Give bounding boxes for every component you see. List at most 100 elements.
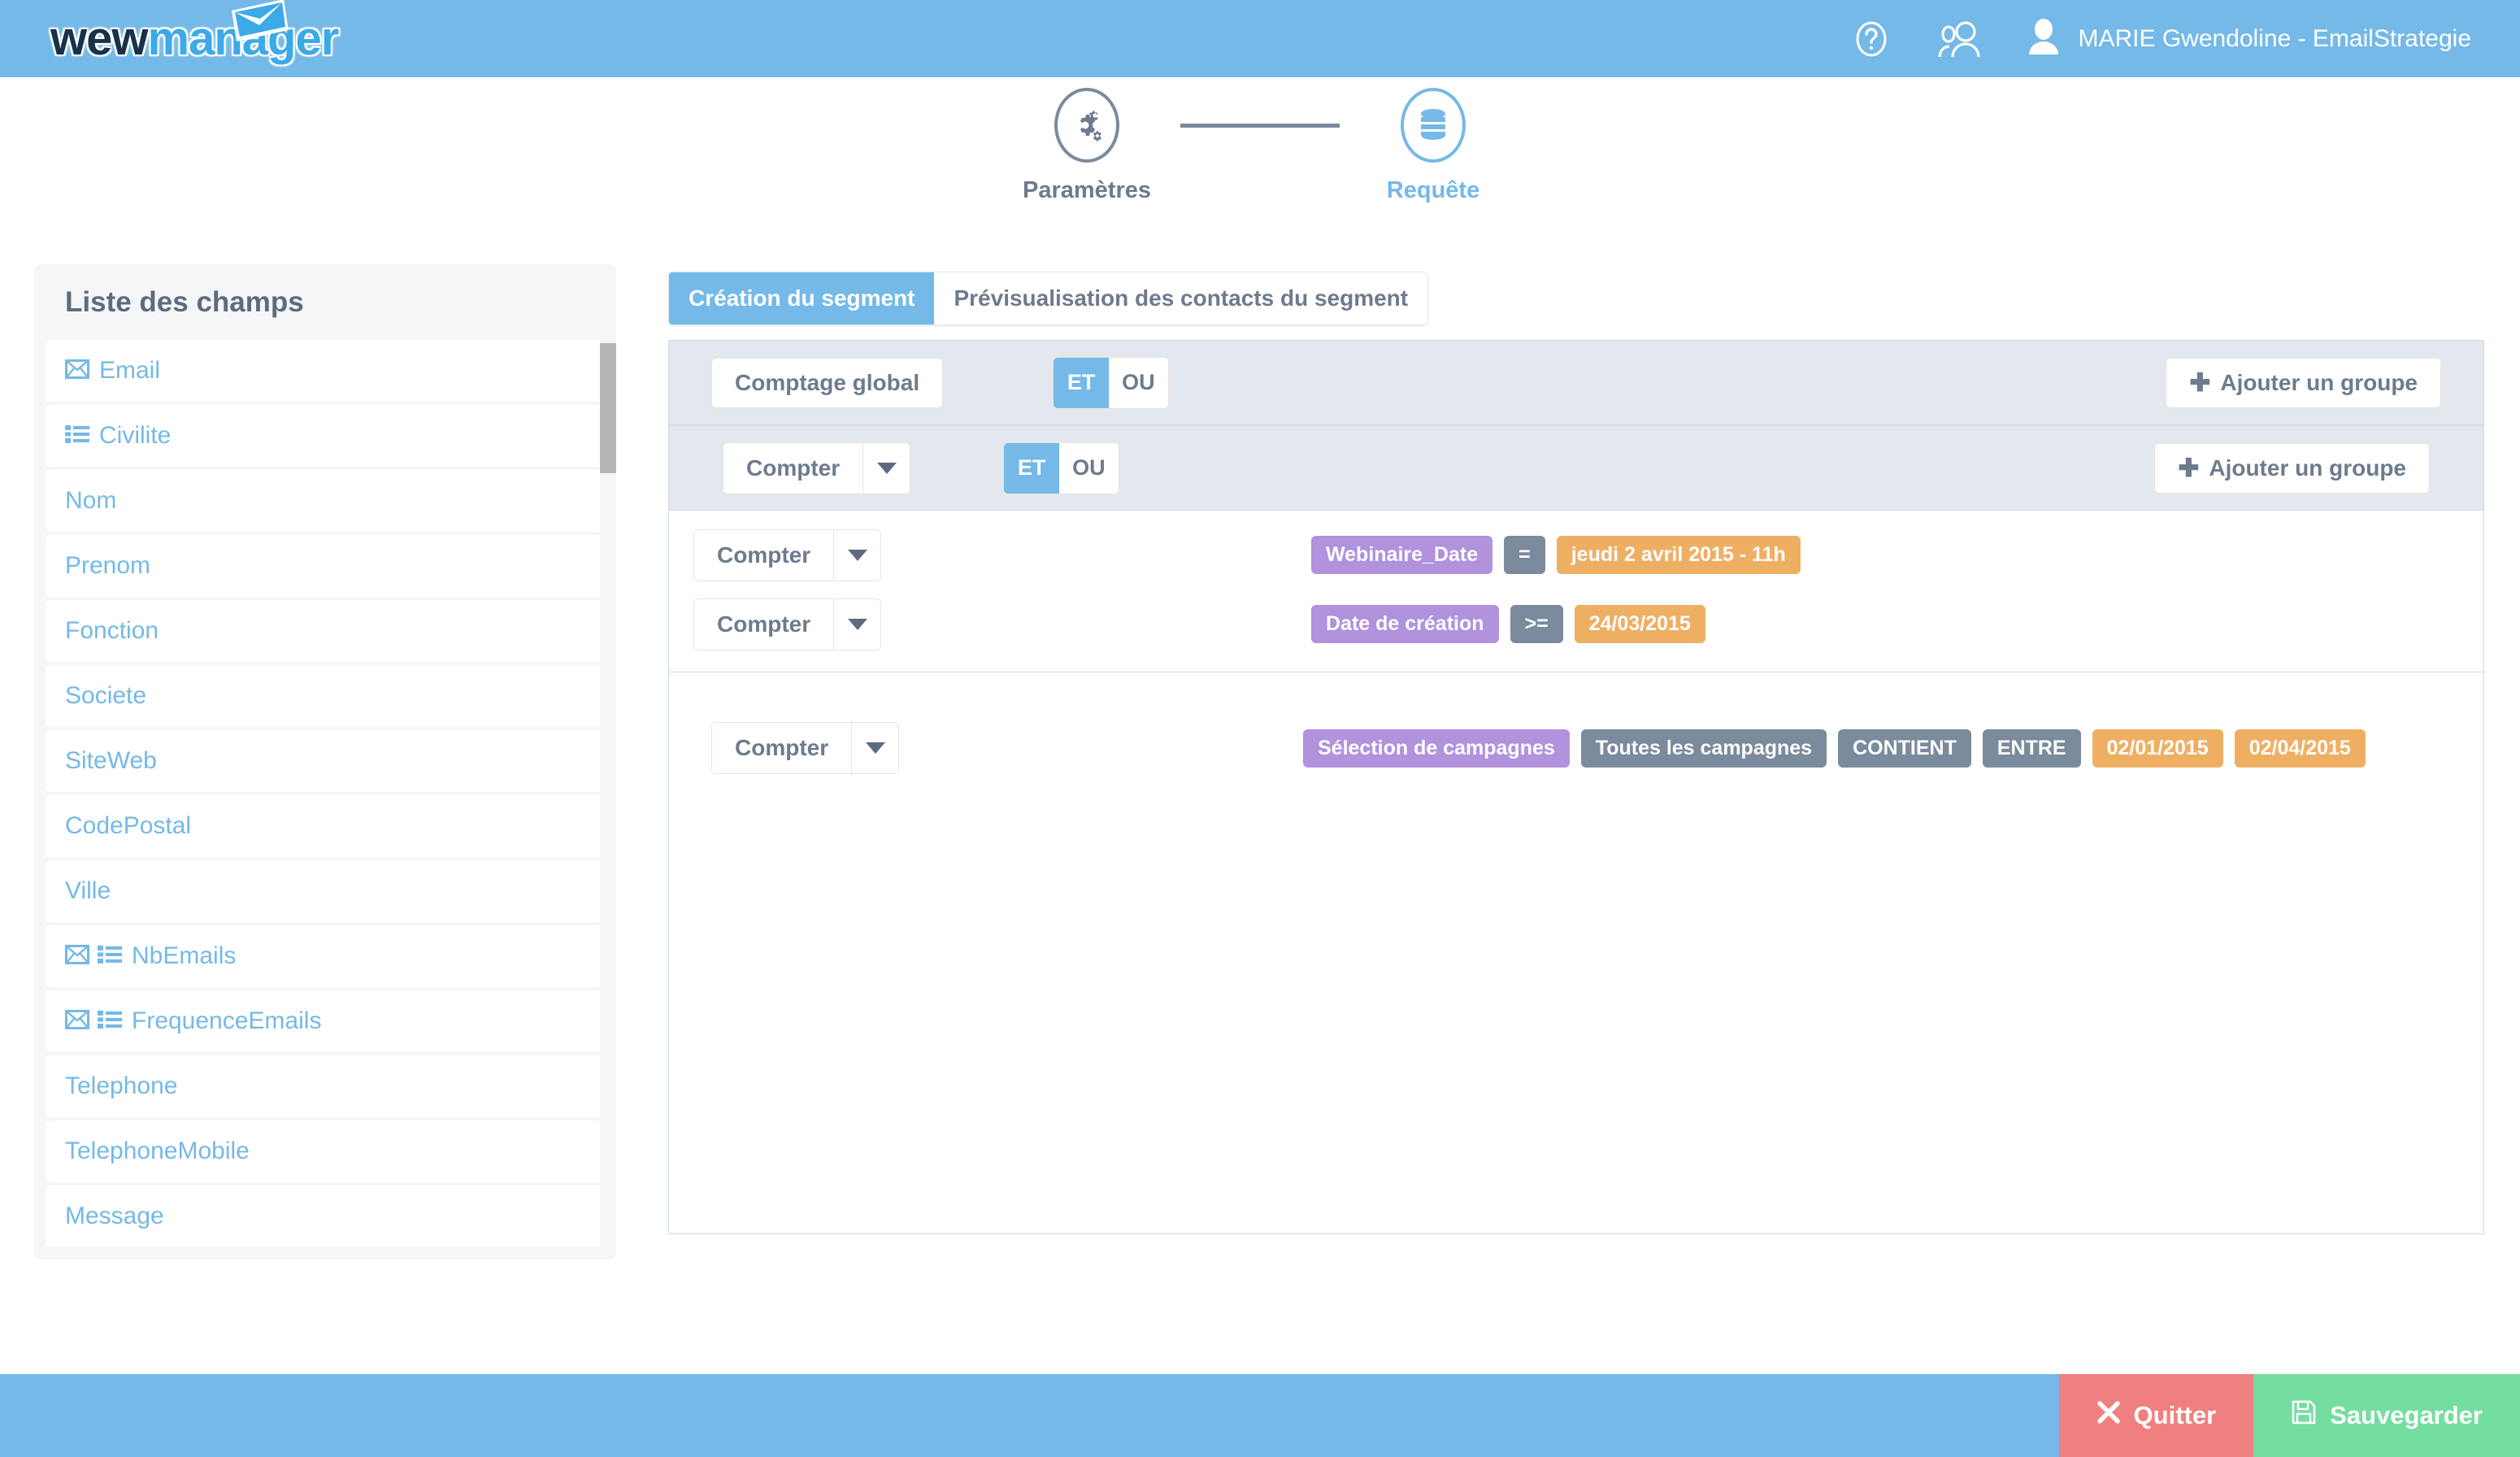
sidebar-scrollbar-track[interactable] — [600, 340, 616, 1259]
sidebar-scrollbar-thumb[interactable] — [600, 343, 616, 473]
standalone-compter-button[interactable]: Compter — [712, 723, 852, 773]
global-logic-ou-label: OU — [1122, 370, 1155, 394]
users-icon[interactable] — [1936, 20, 1982, 59]
tab-creation-du-segment[interactable]: Création du segment — [669, 272, 935, 324]
condition-row: Compter Webinaire_Date = jeudi 2 avril 2015… — [669, 520, 2483, 589]
list-icon — [98, 1010, 122, 1033]
group-compter-label: Compter — [746, 454, 841, 481]
sidebar-field-item[interactable]: Email — [46, 340, 605, 402]
sidebar-field-label: NbEmails — [132, 942, 237, 969]
sidebar-field-item[interactable]: FrequenceEmails — [46, 990, 605, 1052]
global-logic-et[interactable]: ET — [1054, 357, 1110, 408]
list-icon — [65, 424, 89, 443]
gears-icon — [1080, 111, 1101, 141]
standalone-compter-label: Compter — [735, 735, 829, 760]
app-footer: Quitter Sauvegarder — [0, 1374, 2520, 1457]
step-requete[interactable]: Requête — [1340, 88, 1527, 204]
sidebar-field-item[interactable]: TelephoneMobile — [46, 1120, 605, 1182]
condition-value-tag[interactable]: jeudi 2 avril 2015 - 11h — [1556, 536, 1801, 574]
field-icon-group — [65, 359, 89, 383]
fields-list: Email Civilite Nom Prenom Fonction Societe Sit… — [34, 340, 616, 1247]
condition-operator-tag[interactable]: Toutes les campagnes — [1580, 728, 1827, 768]
global-add-group-button[interactable]: ✚ Ajouter un groupe — [2166, 357, 2441, 408]
sidebar-field-item[interactable]: Ville — [46, 860, 605, 922]
sidebar-field-item[interactable]: Civilite — [46, 405, 605, 467]
standalone-condition-tags: Sélection de campagnes Toutes les campagn… — [1303, 728, 2366, 768]
sidebar-field-item[interactable]: Societe — [46, 665, 605, 727]
condition-group: Compter ET OU ✚ Ajouter un groupe Compte… — [669, 424, 2483, 672]
condition-compter-button[interactable]: Compter — [694, 598, 834, 650]
sidebar-field-label: Civilite — [99, 422, 172, 449]
sidebar-field-item[interactable]: Message — [46, 1185, 605, 1247]
envelope-logo-icon — [225, 0, 290, 49]
sidebar-field-item[interactable]: Telephone — [46, 1055, 605, 1117]
quitter-button[interactable]: Quitter — [2058, 1374, 2254, 1457]
sidebar-field-item[interactable]: Nom — [46, 470, 605, 532]
global-logic-ou[interactable]: OU — [1109, 357, 1168, 408]
step-parametres-label: Paramètres — [1023, 177, 1151, 203]
group-logic-toggle: ET OU — [1003, 441, 1119, 494]
sidebar-field-label: Ville — [65, 877, 111, 904]
sidebar-field-item[interactable]: NbEmails — [46, 925, 605, 987]
condition-field-tag[interactable]: Webinaire_Date — [1311, 536, 1493, 574]
group-compter-button[interactable]: Compter — [723, 442, 863, 494]
sidebar-field-item[interactable]: CodePostal — [46, 795, 605, 857]
envelope-icon — [65, 1009, 89, 1029]
condition-operator-tag[interactable]: ENTRE — [1982, 728, 2081, 768]
group-compter-split-button: Compter — [723, 441, 911, 494]
user-name-label: MARIE Gwendoline - EmailStrategie — [2078, 24, 2471, 52]
step-parametres[interactable]: Paramètres — [993, 88, 1180, 204]
chevron-down-icon — [876, 462, 897, 474]
condition-compter-button[interactable]: Compter — [694, 529, 834, 581]
list-icon — [98, 1010, 122, 1029]
group-logic-ou-label: OU — [1072, 455, 1106, 480]
wizard-stepper: Paramètres Requête — [0, 88, 2520, 204]
condition-field-tag[interactable]: Sélection de campagnes — [1303, 728, 1570, 768]
condition-value-tag[interactable]: 02/01/2015 — [2092, 728, 2223, 768]
standalone-condition-row: Compter Sélection de campagnes Toutes les… — [669, 703, 2483, 793]
sidebar-field-label: Email — [99, 357, 161, 384]
envelope-icon — [65, 944, 89, 968]
condition-compter-dropdown-toggle[interactable] — [833, 598, 881, 650]
sidebar-field-label: Prenom — [65, 552, 151, 579]
sauvegarder-label: Sauvegarder — [2330, 1401, 2483, 1429]
step-requete-label: Requête — [1386, 177, 1480, 203]
tab-previsualisation[interactable]: Prévisualisation des contacts du segment — [934, 272, 1428, 324]
sidebar-field-label: FrequenceEmails — [132, 1007, 322, 1034]
condition-operator-tag[interactable]: = — [1504, 536, 1545, 574]
comptage-global-button[interactable]: Comptage global — [711, 357, 944, 408]
tab-creation-label: Création du segment — [689, 285, 915, 311]
quitter-label: Quitter — [2133, 1401, 2217, 1429]
group-logic-et-label: ET — [1017, 455, 1046, 480]
group-add-group-button[interactable]: ✚ Ajouter un groupe — [2154, 442, 2430, 494]
sidebar-field-item[interactable]: Fonction — [46, 600, 605, 662]
sidebar-field-item[interactable]: Prenom — [46, 535, 605, 597]
envelope-icon — [65, 944, 89, 964]
group-compter-dropdown-toggle[interactable] — [862, 442, 910, 494]
condition-operator-tag[interactable]: CONTIENT — [1838, 728, 1971, 768]
sidebar-field-label: SiteWeb — [65, 747, 157, 774]
segment-tabs: Création du segment Prévisualisation des… — [668, 272, 1429, 325]
step-parametres-circle — [1054, 88, 1119, 163]
condition-value-tag[interactable]: 02/04/2015 — [2234, 728, 2366, 768]
condition-compter-split-button: Compter — [693, 598, 882, 650]
group-conditions-list: Compter Webinaire_Date = jeudi 2 avril 2015… — [669, 510, 2483, 672]
condition-compter-dropdown-toggle[interactable] — [833, 529, 881, 581]
user-menu[interactable]: MARIE Gwendoline - EmailStrategie — [2027, 17, 2471, 60]
sidebar-field-item[interactable]: SiteWeb — [46, 730, 605, 792]
condition-operator-tag[interactable]: >= — [1510, 605, 1563, 643]
plus-icon: ✚ — [2189, 368, 2211, 397]
condition-value-tag[interactable]: 24/03/2015 — [1574, 605, 1705, 643]
app-logo[interactable]: wew manager — [50, 0, 339, 63]
group-logic-et[interactable]: ET — [1004, 442, 1060, 494]
sauvegarder-button[interactable]: Sauvegarder — [2253, 1374, 2520, 1457]
stepper-connector — [1180, 124, 1340, 128]
standalone-compter-dropdown-toggle[interactable] — [851, 723, 899, 773]
standalone-compter-split-button: Compter — [711, 722, 900, 774]
list-icon — [65, 424, 89, 448]
app-header: wew manager M — [0, 0, 2520, 77]
question-circle-icon[interactable] — [1852, 20, 1891, 59]
condition-compter-label: Compter — [717, 541, 811, 568]
group-logic-ou[interactable]: OU — [1059, 442, 1119, 494]
condition-field-tag[interactable]: Date de création — [1311, 605, 1499, 643]
